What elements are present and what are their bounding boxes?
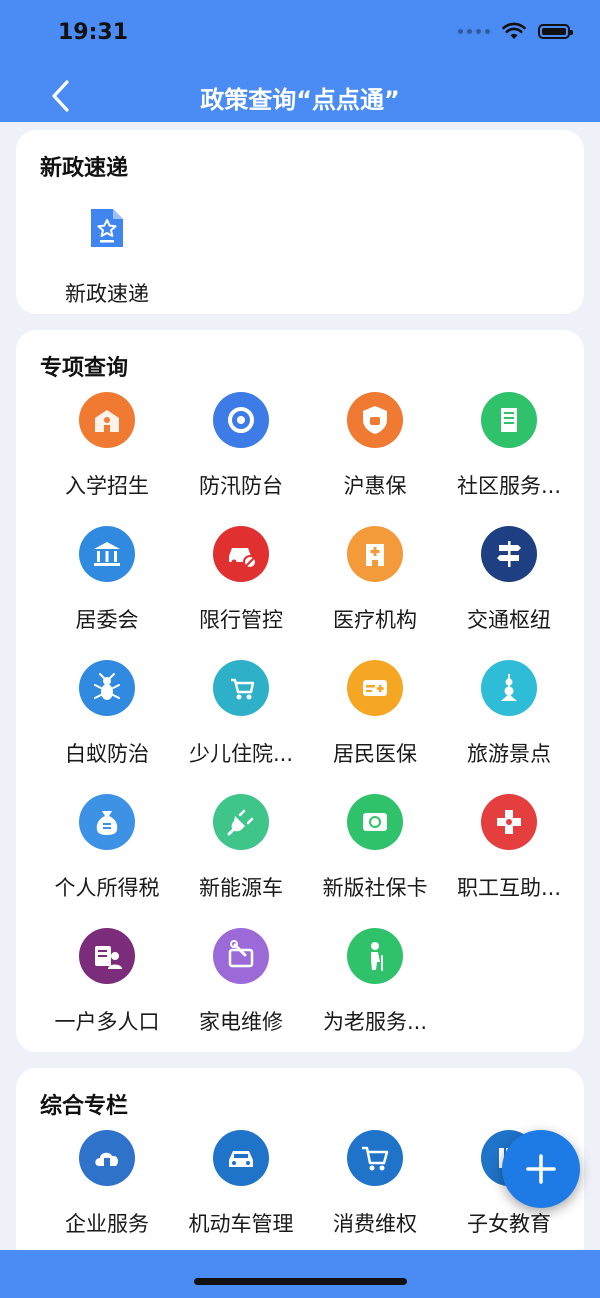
- grid-item-termite-control[interactable]: 白蚁防治: [40, 660, 174, 790]
- bank-icon: [79, 526, 135, 582]
- signpost-icon: [481, 526, 537, 582]
- grid-item-label: 子女教育: [467, 1212, 551, 1236]
- grid-item-label: 企业服务: [65, 1212, 149, 1236]
- grid-item-label: 少儿住院...: [188, 742, 294, 766]
- grid-item-worker-mutual-aid[interactable]: 职工互助...: [442, 794, 576, 924]
- grid-item-label: 新版社保卡: [322, 876, 428, 900]
- grid-item-flood-typhoon[interactable]: 防汛防台: [174, 392, 308, 522]
- tax-bag-icon: [79, 794, 135, 850]
- grid-item-appliance-repair[interactable]: 家电维修: [174, 928, 308, 1058]
- grid-item-label: 交通枢纽: [467, 608, 551, 632]
- status-icons: [458, 22, 573, 40]
- grid-item-label: 机动车管理: [188, 1212, 294, 1236]
- grid-item-label: 职工互助...: [456, 876, 562, 900]
- section-new-policy: 新政速递 新政速递: [16, 130, 584, 314]
- building-icon: [481, 392, 537, 448]
- grid-item-hu-hui-bao[interactable]: 沪惠保: [308, 392, 442, 522]
- grid-item-label: 入学招生: [65, 474, 149, 498]
- grid-item-label: 新能源车: [199, 876, 283, 900]
- grid-item-medical-institution[interactable]: 医疗机构: [308, 526, 442, 656]
- grid-item-label: 沪惠保: [343, 474, 407, 498]
- school-icon: [79, 392, 135, 448]
- grid-item-label: 白蚁防治: [65, 742, 149, 766]
- cross-icon: [481, 794, 537, 850]
- grid-item-school-enrollment[interactable]: 入学招生: [40, 392, 174, 522]
- wifi-icon: [502, 22, 526, 39]
- grid-item-child-hospitalization[interactable]: 少儿住院...: [174, 660, 308, 790]
- grid-item-multi-person-household[interactable]: 一户多人口: [40, 928, 174, 1058]
- grid-item-elderly-service[interactable]: 为老服务...: [308, 928, 442, 1058]
- grid-item-consumer-rights[interactable]: 消费维权: [308, 1130, 442, 1260]
- cart-icon: [347, 1130, 403, 1186]
- grid-item-neighborhood-committee[interactable]: 居委会: [40, 526, 174, 656]
- grid-item-label: 限行管控: [199, 608, 283, 632]
- hospital-icon: [347, 526, 403, 582]
- grid-item-new-policy[interactable]: 新政速递: [40, 200, 174, 330]
- add-button[interactable]: [502, 1130, 580, 1208]
- grid-item-new-social-security-card[interactable]: 新版社保卡: [308, 794, 442, 924]
- shield-icon: [347, 392, 403, 448]
- grid-item-label: 一户多人口: [54, 1010, 160, 1034]
- grid-item-label: 社区服务...: [456, 474, 562, 498]
- grid-item-tourist-attraction[interactable]: 旅游景点: [442, 660, 576, 790]
- grid-item-label: 家电维修: [199, 1010, 283, 1034]
- top-bar: 19:31 政策查询“点点通”: [0, 0, 600, 122]
- tv-repair-icon: [213, 928, 269, 984]
- social-card-icon: [347, 794, 403, 850]
- stroller-icon: [213, 660, 269, 716]
- home-indicator[interactable]: [194, 1278, 407, 1285]
- signal-dots-icon: [458, 28, 490, 34]
- grid-item-label: 居民医保: [333, 742, 417, 766]
- grid-item-transport-hub[interactable]: 交通枢纽: [442, 526, 576, 656]
- section-title: 新政速递: [40, 156, 129, 181]
- grid-item-community-service[interactable]: 社区服务...: [442, 392, 576, 522]
- cloud-building-icon: [79, 1130, 135, 1186]
- grid-item-label: 为老服务...: [322, 1010, 428, 1034]
- plus-icon: [526, 1154, 556, 1184]
- grid-item-enterprise-service[interactable]: 企业服务: [40, 1130, 174, 1260]
- section-title: 综合专栏: [40, 1094, 129, 1119]
- card-icon: [347, 660, 403, 716]
- elderly-icon: [347, 928, 403, 984]
- section-title: 专项查询: [40, 356, 129, 381]
- section-special-query: 专项查询 入学招生 防汛防台 沪惠保 社区服务... 居委会 限行管控 医疗机构…: [16, 330, 584, 1052]
- grid-item-personal-income-tax[interactable]: 个人所得税: [40, 794, 174, 924]
- grid-item-label: 旅游景点: [467, 742, 551, 766]
- charging-plug-icon: [213, 794, 269, 850]
- grid-item-label: 新政速递: [65, 282, 149, 306]
- car-icon: [213, 1130, 269, 1186]
- grid-item-resident-medical-insurance[interactable]: 居民医保: [308, 660, 442, 790]
- grid-item-label: 居委会: [75, 608, 139, 632]
- car-forbidden-icon: [213, 526, 269, 582]
- bottom-bar: [0, 1250, 600, 1298]
- grid-item-label: 个人所得税: [54, 876, 160, 900]
- document-star-icon: [79, 200, 135, 256]
- battery-icon: [538, 23, 573, 39]
- termite-icon: [79, 660, 135, 716]
- household-icon: [79, 928, 135, 984]
- grid-item-vehicle-management[interactable]: 机动车管理: [174, 1130, 308, 1260]
- grid-item-new-energy-vehicle[interactable]: 新能源车: [174, 794, 308, 924]
- typhoon-icon: [213, 392, 269, 448]
- grid-item-label: 医疗机构: [333, 608, 417, 632]
- grid-item-label: 防汛防台: [199, 474, 283, 498]
- page-title: 政策查询“点点通”: [200, 86, 400, 114]
- status-time: 19:31: [58, 20, 129, 45]
- tower-icon: [481, 660, 537, 716]
- grid-item-traffic-restriction[interactable]: 限行管控: [174, 526, 308, 656]
- grid-item-label: 消费维权: [333, 1212, 417, 1236]
